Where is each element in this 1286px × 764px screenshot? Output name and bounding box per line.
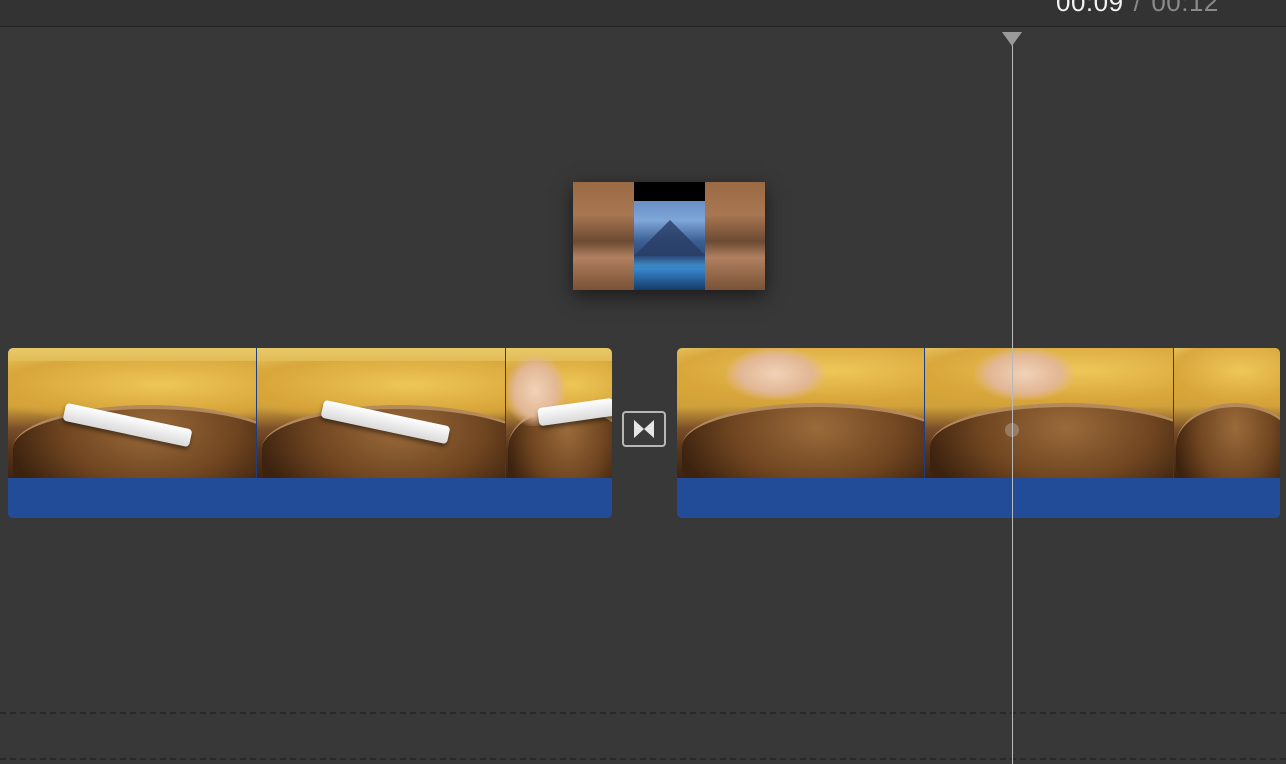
clip-frame [257,348,506,478]
playhead-skimmer-dot [1005,423,1019,437]
clip-frame [1174,348,1280,478]
transition-preview-thumbnail [573,182,765,290]
clip-frame [8,348,257,478]
clip-frame [925,348,1174,478]
current-time: 00:09 [1056,0,1124,17]
playhead-handle[interactable] [1002,32,1022,46]
playhead[interactable] [1012,40,1013,764]
clip-frame [506,348,612,478]
clip-frame [677,348,925,478]
timecode-display: 00:09 / 00:12 [1056,0,1219,18]
clip-audio-bar [8,478,612,518]
timecode-separator: / [1133,0,1142,17]
video-clip-2[interactable] [677,348,1280,518]
track-divider [0,758,1286,760]
track-divider [0,712,1286,714]
imovie-timeline: 00:09 / 00:12 [0,0,1286,764]
transition-bowtie-icon [634,420,654,438]
transition-preview-left-panel [573,182,634,290]
mountain-graphic [634,220,706,256]
lake-graphic [634,268,705,290]
clip-filmstrip [8,348,612,478]
clip-filmstrip [677,348,1280,478]
total-duration: 00:12 [1151,0,1219,17]
timeline-header: 00:09 / 00:12 [0,0,1286,27]
transition-button[interactable] [622,411,666,447]
video-clip-1[interactable] [8,348,612,518]
transition-preview-right-panel [705,182,765,290]
clip-audio-bar [677,478,1280,518]
